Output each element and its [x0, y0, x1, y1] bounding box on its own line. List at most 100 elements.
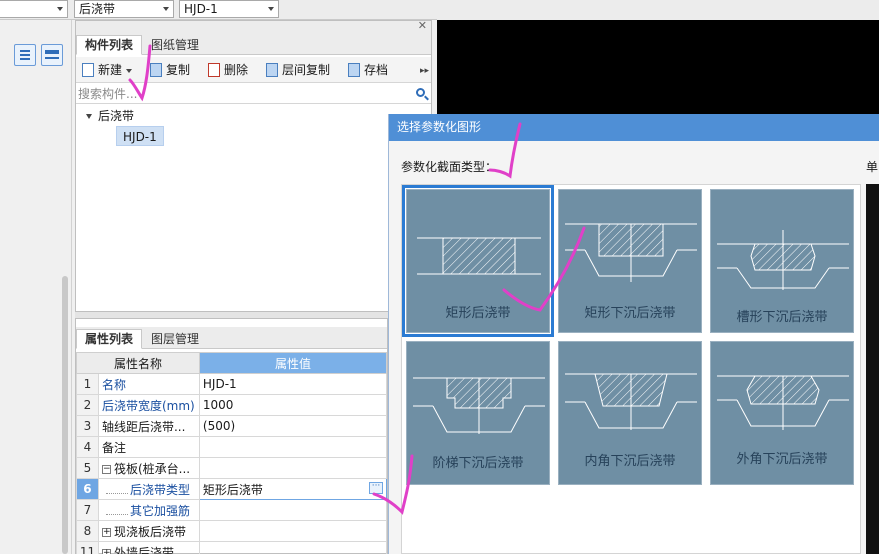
shape-label: 外角下沉后浇带 [736, 452, 828, 467]
close-icon[interactable]: ✕ [418, 19, 427, 32]
row-number: 3 [76, 415, 99, 437]
floor-copy-icon [266, 63, 278, 77]
tab-property-list[interactable]: 属性列表 [76, 329, 143, 349]
table-row[interactable]: 1 名称 HJD-1 [76, 373, 388, 395]
table-row-selected[interactable]: 6 后浇带类型 矩形后浇带 ··· [76, 478, 388, 500]
tree-expand-icon[interactable] [86, 114, 92, 119]
table-row[interactable]: 7 其它加强筋 [76, 499, 388, 521]
property-value[interactable]: (500) [198, 415, 388, 437]
unit-label: 单 [866, 160, 879, 174]
chevron-down-icon[interactable] [126, 68, 133, 73]
save-icon [348, 63, 360, 77]
tab-component-list[interactable]: 构件列表 [76, 35, 143, 55]
expand-icon[interactable]: + [101, 527, 111, 537]
shape-label: 槽形下沉后浇带 [736, 310, 828, 325]
floor-copy-button[interactable]: 层间复制 [264, 61, 330, 79]
list-view-icon[interactable] [14, 44, 36, 66]
shape-tile-trough-sunken[interactable]: 槽形下沉后浇带 [710, 189, 854, 333]
table-row[interactable]: 5 − 筏板(桩承台... [76, 457, 388, 479]
property-table: 属性名称 属性值 1 名称 HJD-1 2 后浇带宽度(mm) 1000 3 轴… [76, 352, 388, 554]
shape-tile-outer-corner-sunken[interactable]: 外角下沉后浇带 [710, 341, 854, 485]
tree-node-root[interactable]: 后浇带 [86, 107, 134, 125]
property-group[interactable]: − 筏板(桩承台... [97, 457, 200, 479]
preview-strip [866, 184, 879, 554]
component-name-combo[interactable]: HJD-1 [179, 0, 279, 18]
detail-view-icon[interactable] [41, 44, 63, 66]
copy-button[interactable]: 复制 [148, 61, 190, 79]
component-toolbar: 新建 复制 删除 层间复制 存档 ▸▸ [76, 57, 431, 83]
property-name: 现浇板后浇带 [113, 524, 186, 539]
component-type-combo-value: 后浇带 [79, 2, 116, 16]
shape-tile-rect[interactable]: 矩形后浇带 [402, 185, 554, 337]
property-value[interactable] [198, 457, 388, 479]
delete-button[interactable]: 删除 [206, 61, 248, 79]
property-value[interactable] [198, 499, 388, 521]
property-name: 筏板(桩承台... [113, 461, 191, 476]
row-number: 11 [76, 541, 99, 554]
property-group[interactable]: + 外墙后浇带 [97, 541, 200, 554]
tab-layer-management[interactable]: 图层管理 [142, 329, 208, 349]
table-row[interactable]: 8 + 现浇板后浇带 [76, 520, 388, 542]
shape-label: 矩形下沉后浇带 [584, 306, 676, 321]
property-value[interactable] [198, 541, 388, 554]
shape-label: 阶梯下沉后浇带 [432, 456, 524, 471]
property-group[interactable]: + 现浇板后浇带 [97, 520, 200, 542]
row-number: 7 [76, 499, 99, 521]
property-value: 矩形后浇带 [202, 482, 263, 497]
left-scrollbar[interactable] [62, 276, 68, 554]
panel-title-bar: ✕ [76, 19, 431, 33]
shape-grid: 矩形后浇带 矩形下沉后浇带 槽形下沉后浇带 阶梯下沉后浇带 内角下沉后浇带 外角… [401, 184, 861, 554]
new-label: 新建 [98, 63, 123, 77]
property-value[interactable]: 1000 [198, 394, 388, 416]
column-header-name: 属性名称 [76, 352, 200, 374]
top-combo-bar: 后浇带 HJD-1 [0, 0, 437, 20]
component-panel-tabs: 构件列表 图纸管理 [76, 33, 431, 55]
row-number: 5 [76, 457, 99, 479]
dialog-title: 选择参数化图形 [389, 114, 879, 141]
new-button[interactable]: 新建 [80, 61, 133, 79]
table-row[interactable]: 3 轴线距后浇带... (500) [76, 415, 388, 437]
copy-icon [150, 63, 162, 77]
tree-node-hjd-1[interactable]: HJD-1 [116, 126, 164, 146]
delete-label: 删除 [224, 63, 249, 77]
component-list-panel: ✕ 构件列表 图纸管理 新建 复制 删除 层间复制 存档 ▸▸ 后浇带 HJD-… [75, 19, 432, 312]
property-name: 外墙后浇带 [113, 545, 174, 554]
delete-icon [208, 63, 220, 77]
row-number: 4 [76, 436, 99, 458]
left-navigation-strip [0, 20, 72, 554]
save-label: 存档 [364, 63, 389, 77]
table-row[interactable]: 4 备注 [76, 436, 388, 458]
property-list-panel: 属性列表 图层管理 属性名称 属性值 1 名称 HJD-1 2 后浇带宽度(mm… [75, 318, 388, 554]
save-button[interactable]: 存档 [346, 61, 388, 79]
tab-drawing-management[interactable]: 图纸管理 [142, 35, 208, 55]
table-row[interactable]: 2 后浇带宽度(mm) 1000 [76, 394, 388, 416]
search-icon[interactable] [416, 88, 425, 97]
shape-label: 内角下沉后浇带 [584, 454, 676, 469]
floor-copy-label: 层间复制 [282, 63, 331, 77]
shape-label: 矩形后浇带 [445, 306, 511, 321]
search-input[interactable] [78, 85, 408, 102]
property-name: 名称 [97, 373, 200, 395]
property-name: 轴线距后浇带... [97, 415, 200, 437]
property-value[interactable]: HJD-1 [198, 373, 388, 395]
property-value[interactable] [198, 436, 388, 458]
row-number: 6 [76, 478, 99, 500]
section-type-label: 参数化截面类型： [401, 160, 498, 174]
toolbar-more-icon[interactable]: ▸▸ [420, 66, 429, 76]
property-value[interactable] [198, 520, 388, 542]
expand-icon[interactable]: + [101, 548, 111, 554]
property-value-editor[interactable]: 矩形后浇带 ··· [198, 478, 388, 500]
component-search [76, 84, 431, 104]
collapse-icon[interactable]: − [101, 464, 111, 474]
new-icon [82, 63, 94, 77]
property-name: 其它加强筋 [129, 503, 190, 518]
floor-combo[interactable] [0, 0, 68, 18]
row-number: 1 [76, 373, 99, 395]
table-row[interactable]: 11 + 外墙后浇带 [76, 541, 388, 554]
shape-tile-inner-corner-sunken[interactable]: 内角下沉后浇带 [558, 341, 702, 485]
property-panel-tabs: 属性列表 图层管理 [76, 327, 387, 349]
component-type-combo[interactable]: 后浇带 [74, 0, 174, 18]
shape-tile-rect-sunken[interactable]: 矩形下沉后浇带 [558, 189, 702, 333]
ellipsis-icon[interactable]: ··· [369, 482, 383, 494]
shape-tile-step-sunken[interactable]: 阶梯下沉后浇带 [406, 341, 550, 485]
